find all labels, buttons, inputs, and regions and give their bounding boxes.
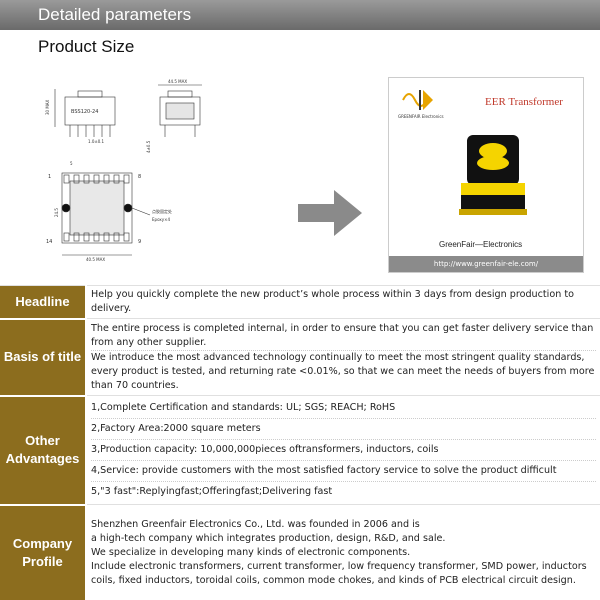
row-content-headline: Help you quickly complete the new produc… [86,285,600,319]
list-item: The entire process is completed internal… [91,322,594,348]
list-item: 3,Production capacity: 10,000,000pieces … [91,439,596,460]
dim-pin-text: 5 [70,161,73,166]
pin-label-1: 1 [48,174,51,180]
epoxy-text: Epoxy×4 [152,217,170,222]
table-row: Basis of title The entire process is com… [0,318,600,397]
row-content-basis: The entire process is completed internal… [86,318,600,396]
row-label-basis: Basis of title [0,318,87,397]
list-item: 5,"3 fast":Replyingfast;Offeringfast;Del… [91,481,596,502]
list-item: Include electronic transformers, current… [91,560,587,586]
dim-side-small-text: 4±0.5 [146,140,151,153]
banner-title: Detailed parameters [38,5,192,24]
row-label-profile: Company Profile [0,504,87,600]
list-item: Shenzhen Greenfair Electronics Co., Ltd.… [91,518,420,530]
logo-text: GREENFAIR Electronics [398,114,444,119]
greenfair-logo-icon [402,90,433,110]
pin-label-14: 14 [46,239,52,245]
list-item: Help you quickly complete the new produc… [91,289,574,314]
dim-side-text: 30 MAX [45,99,50,115]
product-photo: GREENFAIR Electronics EER Transformer Gr… [388,77,584,273]
front-view-top [77,90,103,98]
front-view-pins [69,125,111,137]
row-content-profile: Shenzhen Greenfair Electronics Co., Ltd.… [86,504,600,600]
pin-label-8: 8 [138,174,141,180]
pitch-text: 1.0±0.1 [88,139,105,144]
table-row: Company Profile Shenzhen Greenfair Elect… [0,504,600,600]
website-url[interactable]: http://www.greenfair-ele.com/ [389,256,583,272]
list-item: We specialize in developing many kinds o… [91,546,411,558]
row-label-headline: Headline [0,285,87,320]
row-label-advantages: Other Advantages [0,395,87,506]
list-item: a high-tech company which integrates pro… [91,532,446,544]
list-item: 4,Service: provide customers with the mo… [91,460,596,481]
dim-top-text: 44.5 MAX [168,79,187,84]
table-row: Other Advantages 1,Complete Certificatio… [0,395,600,506]
section-title: Product Size [38,37,135,56]
product-photo-title: EER Transformer [485,96,563,108]
row-content-advantages: 1,Complete Certification and standards: … [86,395,600,505]
arrow-right-icon [298,190,362,240]
list-item: 1,Complete Certification and standards: … [91,402,396,413]
table-row: Headline Help you quickly complete the n… [0,285,600,320]
model-text: BSS120-24 [71,109,98,115]
list-item: We introduce the most advanced technolog… [91,349,596,391]
dim-width-text: 40.5 MAX [86,257,105,262]
note-text: 点胶固定处 [152,208,172,214]
transformer-icon [459,135,527,215]
pin-label-9: 9 [138,239,141,245]
list-item: 2,Factory Area:2000 square meters [91,418,596,439]
dim-height-text: 24.5 [54,208,59,217]
info-table: Headline Help you quickly complete the n… [0,285,600,600]
technical-drawing: 30 MAX BSS120-24 1.0±0.1 44.5 MAX 4±0.5 [40,75,210,270]
product-brand: GreenFair—Electronics [439,240,523,249]
header-banner: Detailed parameters [0,0,600,30]
